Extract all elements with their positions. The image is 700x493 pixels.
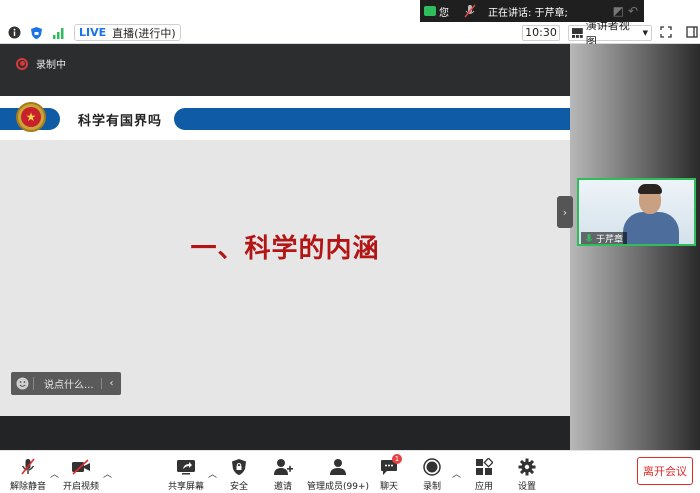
emoji-icon[interactable] <box>11 377 33 390</box>
start-video-label: 开启视频 <box>63 482 100 492</box>
apps-button[interactable]: 应用 <box>473 457 495 492</box>
self-mini-view[interactable]: 您 <box>420 3 458 19</box>
collapse-panel-button[interactable]: › <box>557 196 573 228</box>
record-icon <box>421 457 443 477</box>
recording-label: 录制中 <box>36 60 66 71</box>
record-options-caret[interactable]: ︿ <box>452 467 461 480</box>
slide-header: ★ 科学有国界吗 <box>0 96 570 140</box>
manage-members-button[interactable]: 管理成员(99+) <box>307 457 369 492</box>
info-icon[interactable] <box>6 25 22 41</box>
unmute-button[interactable]: 解除静音 <box>10 457 46 492</box>
audio-options-caret[interactable]: ︿ <box>50 467 59 480</box>
invite-label: 邀请 <box>273 482 292 492</box>
video-person-hair <box>638 184 662 194</box>
shield-icon[interactable] <box>28 25 44 41</box>
back-icon[interactable]: ↶ <box>628 4 638 18</box>
police-emblem-icon: ★ <box>16 102 46 132</box>
sidebar-toggle-icon[interactable] <box>686 26 700 40</box>
security-button[interactable]: 安全 <box>228 457 250 492</box>
video-person-body <box>623 212 679 244</box>
gear-icon <box>516 457 538 477</box>
meeting-window: 您 正在讲话: 于芹章; ◩ ↶ LIVE 直播(进行中) 10:30 演讲者视… <box>0 0 700 493</box>
participant-name-tag: 于芹章 <box>581 232 628 245</box>
manage-members-label: 管理成员(99+) <box>307 482 370 492</box>
security-label: 安全 <box>229 482 248 492</box>
mic-active-icon <box>585 233 593 241</box>
mic-muted-icon <box>17 457 39 477</box>
record-label: 录制 <box>422 482 441 492</box>
meeting-timer: 10:30 <box>522 25 560 41</box>
live-label: LIVE <box>79 26 107 39</box>
apps-grid-icon <box>473 457 495 477</box>
camera-off-icon <box>70 457 92 477</box>
unmute-label: 解除静音 <box>10 482 47 492</box>
main-content-area: 录制中 ★ 科学有国界吗 一、科学的内涵 说点什么... ‹ <box>0 44 700 450</box>
popup-controls: ◩ ↶ <box>613 4 644 18</box>
view-mode-dropdown[interactable]: 演讲者视图 ▼ <box>568 19 652 48</box>
video-side-panel <box>570 44 700 450</box>
slide-title: 科学有国界吗 <box>78 114 163 129</box>
leave-meeting-button[interactable]: 离开会议 <box>637 457 693 485</box>
chat-bubble-icon: 1 <box>378 454 402 477</box>
live-status-badge[interactable]: LIVE 直播(进行中) <box>74 24 181 41</box>
slide-accent-bar-right <box>174 108 570 130</box>
chevron-left-icon[interactable]: ‹ <box>101 378 121 389</box>
chevron-down-icon: ▼ <box>642 29 648 37</box>
shield-lock-icon <box>228 457 250 477</box>
apps-label: 应用 <box>474 482 493 492</box>
top-toolbar: LIVE 直播(进行中) 10:30 演讲者视图 ▼ <box>0 19 700 48</box>
share-screen-label: 共享屏幕 <box>168 482 205 492</box>
self-label: 您 <box>439 7 449 19</box>
recording-bar: 录制中 <box>0 44 570 96</box>
chat-placeholder: 说点什么... <box>44 380 94 391</box>
fullscreen-icon[interactable] <box>660 26 674 40</box>
expand-icon[interactable]: ◩ <box>613 4 624 18</box>
speaking-text: 正在讲话: 于芹章; <box>488 7 568 19</box>
share-options-caret[interactable]: ︿ <box>208 467 217 480</box>
video-options-caret[interactable]: ︿ <box>103 467 112 480</box>
camera-indicator-icon <box>424 6 436 16</box>
slide-heading: 一、科学的内涵 <box>190 234 380 264</box>
share-screen-icon <box>175 457 197 477</box>
live-status-text: 直播(进行中) <box>112 26 176 40</box>
invite-button[interactable]: 邀请 <box>272 457 294 492</box>
chat-label: 聊天 <box>379 482 398 492</box>
speaker-muted-mic-icon <box>462 3 478 19</box>
shared-slide: ★ 科学有国界吗 一、科学的内涵 <box>0 96 570 416</box>
settings-button[interactable]: 设置 <box>516 457 538 492</box>
record-button[interactable]: 录制 <box>421 457 443 492</box>
recording-indicator[interactable]: 录制中 <box>16 56 66 71</box>
chat-button[interactable]: 1 聊天 <box>378 454 402 492</box>
participant-name: 于芹章 <box>596 235 624 245</box>
grid-icon <box>572 28 583 38</box>
bottom-control-bar: 解除静音 ︿ 开启视频 ︿ 共享屏幕 ︿ 安全 邀请 管理成员(99+) 1 聊… <box>0 450 700 493</box>
start-video-button[interactable]: 开启视频 <box>63 457 99 492</box>
chat-unread-badge: 1 <box>392 454 402 464</box>
add-user-icon <box>272 457 294 477</box>
members-icon <box>327 457 349 477</box>
share-screen-button[interactable]: 共享屏幕 <box>168 457 204 492</box>
quick-chat-input[interactable]: 说点什么... ‹ <box>11 372 121 395</box>
signal-icon[interactable] <box>50 25 66 41</box>
participant-video-tile[interactable]: 于芹章 <box>577 178 696 246</box>
record-dot-icon <box>16 57 28 70</box>
settings-label: 设置 <box>517 482 536 492</box>
